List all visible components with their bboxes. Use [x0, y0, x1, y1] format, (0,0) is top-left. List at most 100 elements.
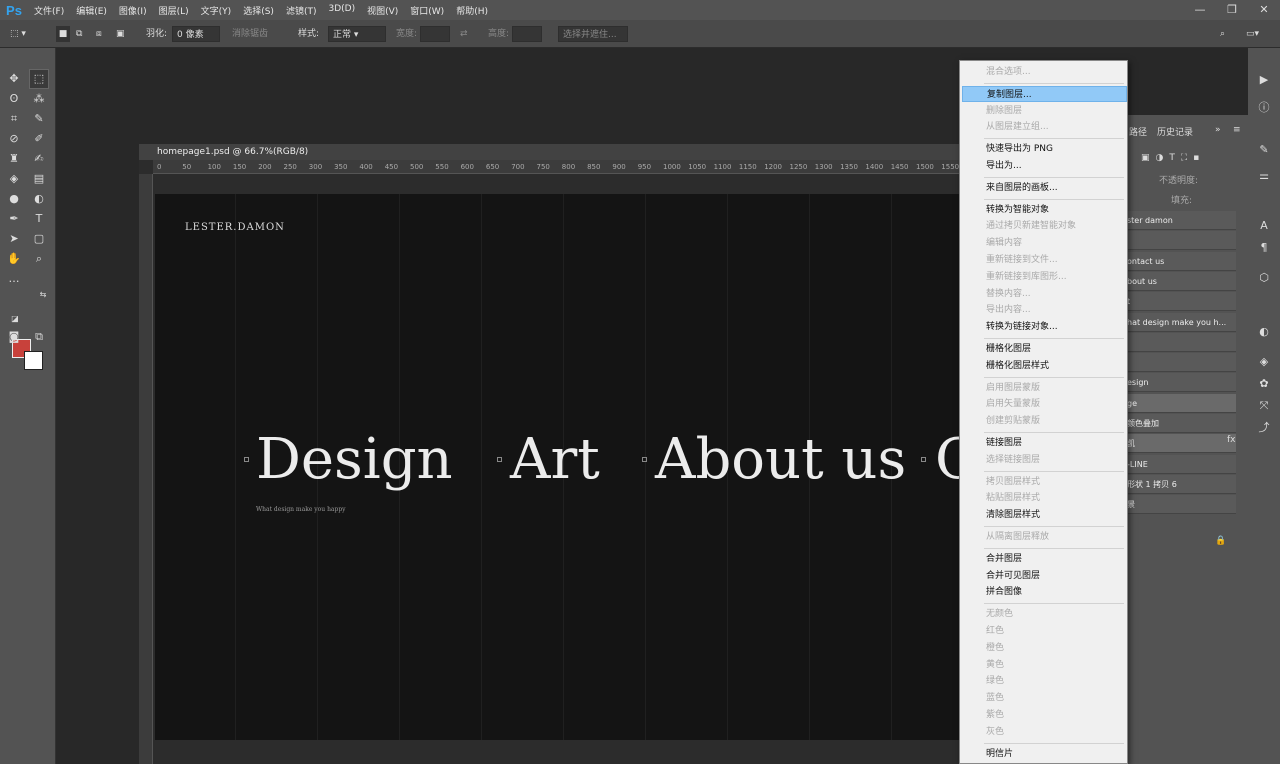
dodge-tool-icon[interactable]: ◐ — [30, 190, 48, 208]
layer-row[interactable]: ontact us — [1127, 251, 1236, 271]
brush-panel-icon[interactable]: ✎ — [1256, 142, 1272, 158]
context-menu-item[interactable]: 明信片 — [962, 746, 1127, 762]
info-icon[interactable]: ⓘ — [1256, 100, 1272, 116]
select-mask-button[interactable]: 选择并遮住... — [558, 26, 628, 42]
layer-filter-icons[interactable]: ▣◑T⛶▪ — [1141, 153, 1205, 163]
menu-item[interactable]: 视图(V) — [361, 4, 404, 17]
channels-icon[interactable]: ✿ — [1256, 376, 1272, 392]
width-input[interactable] — [420, 26, 450, 42]
layer-row[interactable]: t — [1127, 292, 1236, 312]
search-icon[interactable]: ⌕ — [1220, 26, 1225, 42]
height-input[interactable] — [512, 26, 542, 42]
layer-row[interactable]: esign — [1127, 373, 1236, 393]
context-menu-item[interactable]: 合并图层 — [962, 551, 1127, 567]
context-menu-item[interactable]: 栅格化图层 — [962, 341, 1127, 357]
shape-tool-icon[interactable]: ▢ — [30, 230, 48, 248]
feather-input[interactable]: 0 像素 — [172, 26, 220, 42]
marquee-preset-icon[interactable]: ⬚ ▾ — [10, 26, 26, 42]
quick-mask-icon[interactable]: ◙ — [5, 328, 23, 346]
layer-row[interactable] — [1127, 231, 1236, 251]
layer-row[interactable] — [1127, 332, 1236, 352]
menu-item[interactable]: 文件(F) — [28, 4, 70, 17]
healing-brush-icon[interactable]: ⊘ — [5, 130, 23, 148]
play-icon[interactable]: ▶ — [1256, 72, 1272, 88]
magic-wand-icon[interactable]: ⁂ — [30, 90, 48, 108]
menu-item[interactable]: 滤镜(T) — [280, 4, 323, 17]
layer-row[interactable]: ster damon — [1127, 211, 1236, 230]
eraser-icon[interactable]: ◈ — [5, 170, 23, 188]
swap-colors-icon[interactable]: ⇆ — [34, 286, 52, 304]
tab-history[interactable]: 历史记录 — [1157, 125, 1193, 138]
panel-collapse-icon[interactable]: » — [1215, 125, 1221, 135]
workspace-icon[interactable]: ▭▾ — [1246, 26, 1259, 42]
menu-item[interactable]: 帮助(H) — [450, 4, 494, 17]
eyedropper-icon[interactable]: ✎ — [30, 110, 48, 128]
menu-item[interactable]: 3D(D) — [322, 4, 361, 17]
crop-tool-icon[interactable]: ⌗ — [5, 110, 23, 128]
history-brush-icon[interactable]: ✍ — [30, 150, 48, 168]
brush-tool-icon[interactable]: ✐ — [30, 130, 48, 148]
adjustments-icon[interactable]: ◐ — [1256, 324, 1272, 340]
move-tool-icon[interactable]: ✥ — [5, 70, 23, 88]
layer-row[interactable]: bout us — [1127, 271, 1236, 291]
minimize-button[interactable]: — — [1184, 0, 1216, 20]
layer-row[interactable]: 景 — [1127, 495, 1236, 515]
menu-item[interactable]: 编辑(E) — [70, 4, 113, 17]
panel-menu-icon[interactable]: ≡ — [1233, 125, 1241, 135]
context-menu-item[interactable]: 栅格化图层样式 — [962, 358, 1127, 374]
context-menu-item[interactable]: 转换为链接对象... — [962, 319, 1127, 335]
clone-stamp-icon[interactable]: ♜ — [5, 150, 23, 168]
context-menu-item[interactable]: 来自图层的画板... — [962, 180, 1127, 196]
antialias-checkbox[interactable]: 消除锯齿 — [232, 26, 268, 42]
layer-row[interactable] — [1127, 353, 1236, 373]
menu-item[interactable]: 选择(S) — [237, 4, 280, 17]
gradient-icon[interactable]: ▤ — [30, 170, 48, 188]
layer-row[interactable]: -LINE — [1127, 454, 1236, 474]
subtract-selection-icon[interactable]: ⧈ — [96, 26, 102, 42]
sliders-icon[interactable]: ⚌ — [1256, 168, 1272, 184]
style-select[interactable]: 正常 ▾ — [328, 26, 386, 42]
zoom-tool-icon[interactable]: ⌕ — [30, 250, 48, 268]
lasso-tool-icon[interactable]: ʘ — [5, 90, 23, 108]
screen-mode-icon[interactable]: ⧉ — [30, 328, 48, 346]
tab-paths[interactable]: 路径 — [1129, 125, 1147, 138]
menu-item[interactable]: 图层(L) — [153, 4, 195, 17]
context-menu-item[interactable]: 链接图层 — [962, 435, 1127, 451]
layer-row[interactable]: hat design make you h... — [1127, 312, 1236, 332]
layer-row[interactable]: ge — [1127, 393, 1236, 413]
close-button[interactable]: ✕ — [1248, 0, 1280, 20]
3d-icon[interactable]: ⬡ — [1256, 270, 1272, 286]
swap-icon[interactable]: ⇄ — [460, 26, 468, 42]
layer-row[interactable]: 颜色叠加 — [1127, 414, 1236, 433]
context-menu-item[interactable]: 复制图层... — [962, 85, 1127, 102]
paths-icon[interactable]: ⤴ — [1256, 420, 1272, 436]
layer-row[interactable]: 凯 — [1127, 434, 1236, 454]
layer-row[interactable]: 形状 1 拷贝 6 — [1127, 474, 1236, 494]
hand-tool-icon[interactable]: ✋ — [5, 250, 23, 268]
context-menu-item[interactable]: 合并可见图层 — [962, 568, 1127, 584]
canvas-artboard[interactable]: LESTER.DAMON Design Art About us C What … — [155, 194, 959, 740]
pen-tool-icon[interactable]: ✒ — [5, 210, 23, 228]
path-select-icon[interactable]: ➤ — [5, 230, 23, 248]
default-colors-icon[interactable]: ◪ — [6, 310, 24, 328]
paragraph-icon[interactable]: ¶ — [1256, 240, 1272, 256]
menu-item[interactable]: 文字(Y) — [195, 4, 238, 17]
restore-button[interactable]: ❐ — [1216, 0, 1248, 20]
intersect-selection-icon[interactable]: ▣ — [116, 26, 125, 42]
context-menu-item[interactable]: 清除图层样式 — [962, 507, 1127, 523]
menu-item[interactable]: 窗口(W) — [404, 4, 450, 17]
menu-item[interactable]: 图像(I) — [113, 4, 153, 17]
context-menu-item[interactable]: 拼合图像 — [962, 584, 1127, 600]
blur-tool-icon[interactable]: ● — [5, 190, 23, 208]
context-menu-item[interactable]: 导出为... — [962, 158, 1127, 174]
context-menu-item[interactable]: 快速导出为 PNG — [962, 141, 1127, 157]
context-menu-item[interactable]: 转换为智能对象 — [962, 202, 1127, 218]
marquee-tool-icon[interactable]: ⬚ — [29, 69, 49, 89]
more-tools-icon[interactable]: … — [5, 270, 23, 288]
type-tool-icon[interactable]: T — [30, 210, 48, 228]
new-selection-icon[interactable]: ■ — [56, 26, 70, 42]
add-selection-icon[interactable]: ⧉ — [76, 26, 82, 42]
background-color-swatch[interactable] — [24, 351, 43, 370]
document-tab[interactable]: homepage1.psd @ 66.7%(RGB/8) — [139, 144, 979, 160]
layers-icon[interactable]: ◈ — [1256, 354, 1272, 370]
